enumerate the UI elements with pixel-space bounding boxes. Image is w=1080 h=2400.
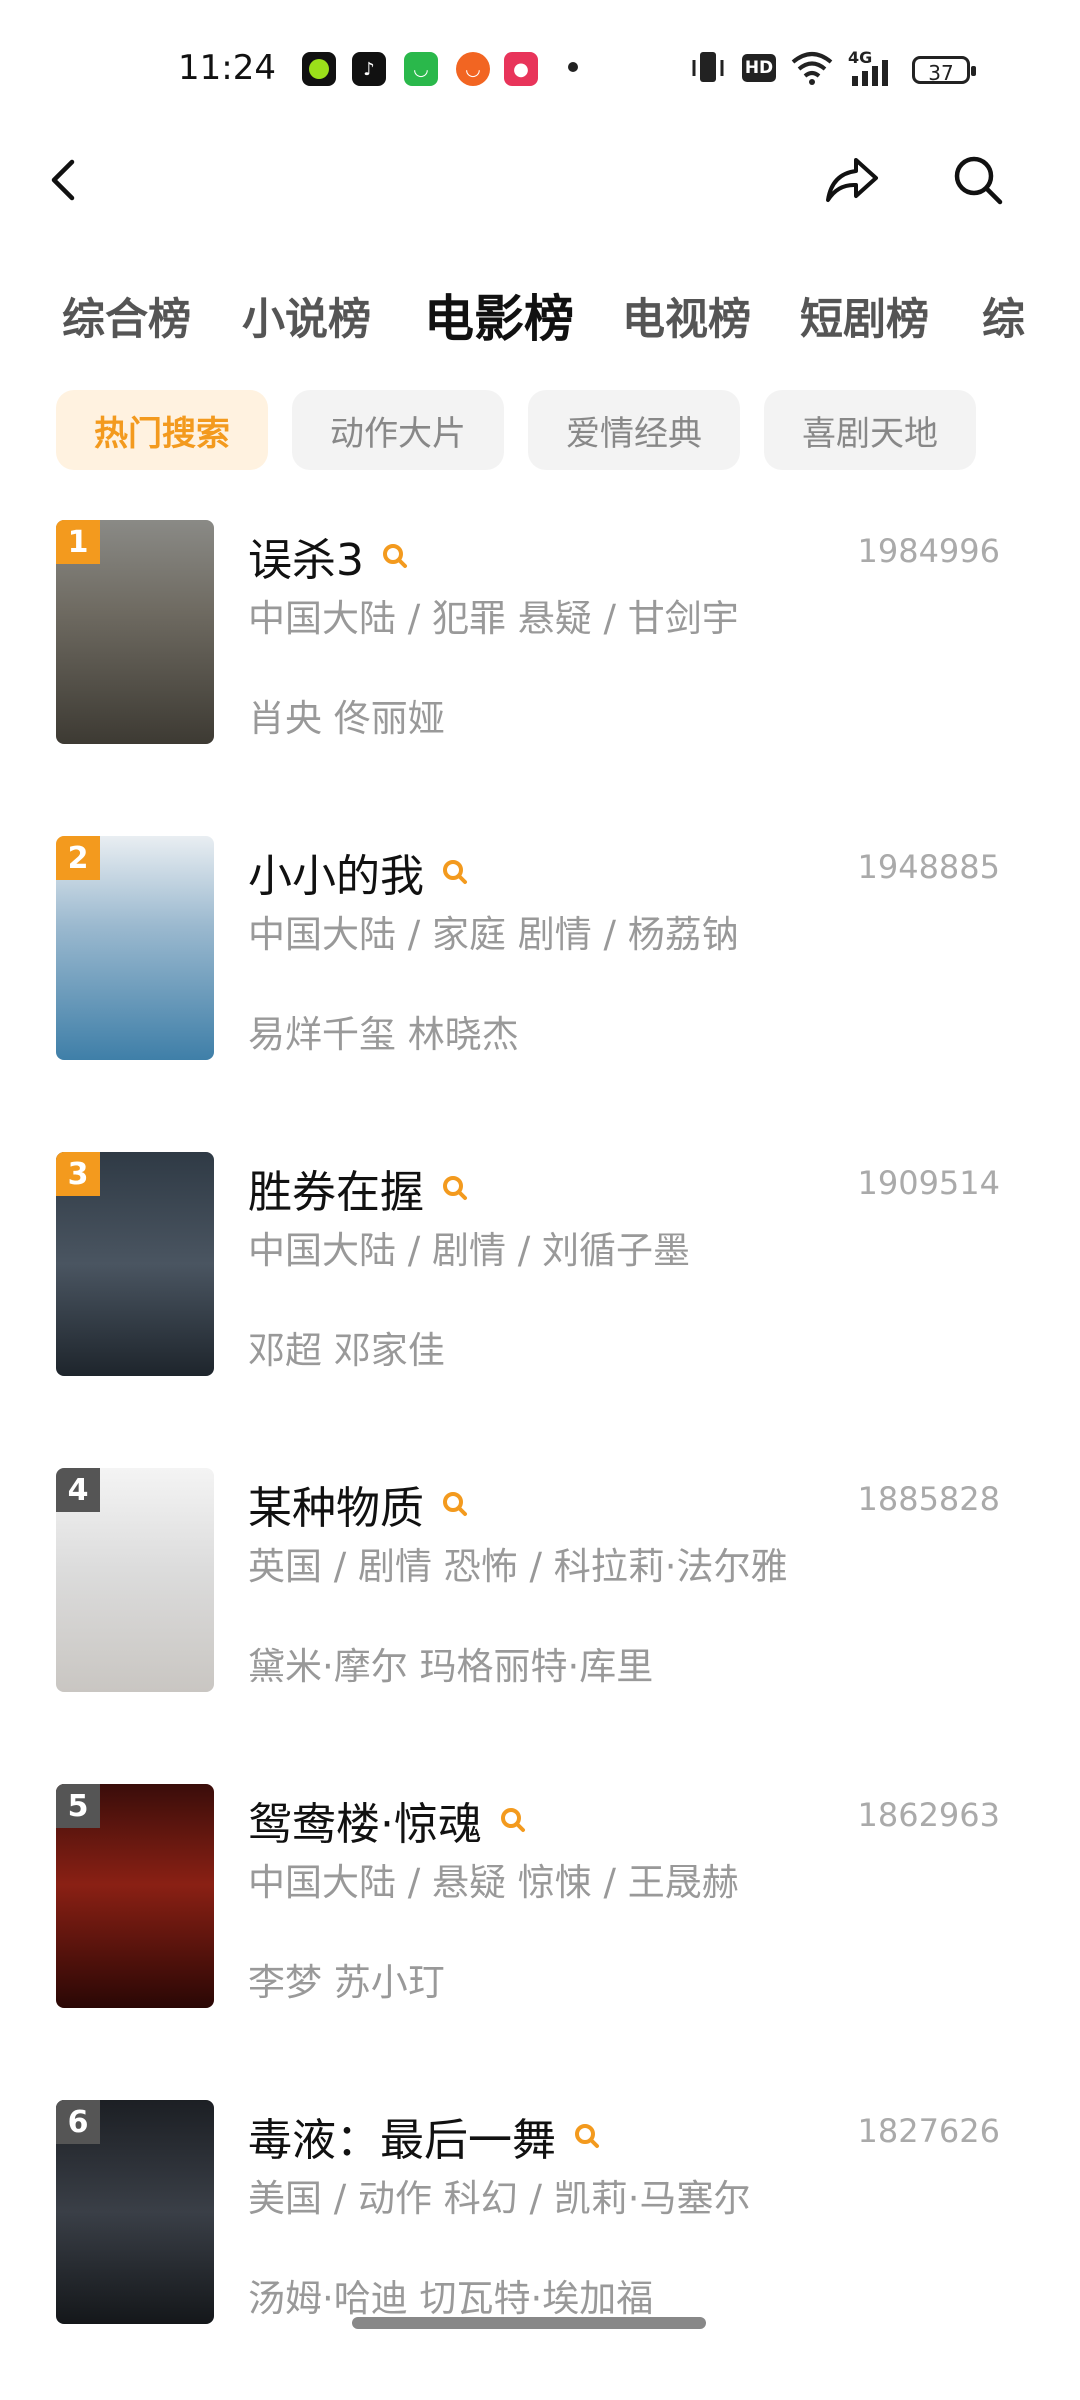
orange-app-icon: ◡ [456, 52, 490, 86]
wifi-icon [791, 52, 833, 85]
share-button[interactable] [820, 148, 884, 212]
list-item[interactable]: 2 小小的我 中国大陆 / 家庭 剧情 / 杨荔钠 易烊千玺 林晓杰 19488… [0, 836, 1080, 1152]
rank-badge: 6 [56, 2100, 100, 2144]
notification-dot [568, 62, 578, 72]
search-icon [575, 2124, 599, 2148]
chip-romance[interactable]: 爱情经典 [528, 390, 740, 470]
search-count: 1984996 [857, 532, 1000, 570]
movie-poster: 5 [56, 1784, 214, 2008]
search-count: 1862963 [857, 1796, 1000, 1834]
tab-novel[interactable]: 小说榜 [242, 285, 371, 347]
movie-cast: 李梦 苏小玎 [248, 1961, 445, 2004]
vibrate-icon [692, 52, 724, 82]
signal-icon [852, 60, 888, 86]
search-icon [501, 1808, 525, 1832]
movie-title-text: 鸳鸯楼·惊魂 [248, 1799, 482, 1850]
movie-cast: 汤姆·哈迪 切瓦特·埃加福 [248, 2277, 654, 2320]
status-time: 11:24 [178, 48, 276, 88]
search-icon [383, 544, 407, 568]
search-count: 1885828 [857, 1480, 1000, 1518]
share-arrow-icon [826, 158, 878, 202]
search-button[interactable] [946, 148, 1010, 212]
home-indicator[interactable] [352, 2317, 706, 2329]
movie-cast: 邓超 邓家佳 [248, 1329, 445, 1372]
movie-poster: 2 [56, 836, 214, 1060]
rank-badge: 4 [56, 1468, 100, 1512]
movie-title: 某种物质 [248, 1472, 470, 1536]
search-icon [443, 1492, 467, 1516]
list-item[interactable]: 6 毒液：最后一舞 美国 / 动作 科幻 / 凯莉·马塞尔 汤姆·哈迪 切瓦特·… [0, 2100, 1080, 2350]
movie-cast: 肖央 佟丽娅 [248, 697, 445, 740]
list-item[interactable]: 4 某种物质 英国 / 剧情 恐怖 / 科拉莉·法尔雅 黛米·摩尔 玛格丽特·库… [0, 1468, 1080, 1784]
movie-title: 胜券在握 [248, 1156, 470, 1220]
list-item[interactable]: 5 鸳鸯楼·惊魂 中国大陆 / 悬疑 惊悚 / 王晟赫 李梦 苏小玎 18629… [0, 1784, 1080, 2100]
tiktok-icon: ♪ [352, 52, 386, 86]
rank-badge: 1 [56, 520, 100, 564]
movie-meta: 中国大陆 / 剧情 / 刘循子墨 [248, 1229, 690, 1272]
movie-meta: 中国大陆 / 犯罪 悬疑 / 甘剑宇 [248, 597, 739, 640]
movie-meta: 中国大陆 / 家庭 剧情 / 杨荔钠 [248, 913, 739, 956]
category-tabs: 综合榜 小说榜 电影榜 电视榜 短剧榜 综 [0, 285, 1040, 365]
tab-variety[interactable]: 综 [982, 285, 1025, 347]
tab-short-drama[interactable]: 短剧榜 [800, 285, 929, 347]
movie-title: 小小的我 [248, 840, 470, 904]
chip-action[interactable]: 动作大片 [292, 390, 504, 470]
tab-comprehensive[interactable]: 综合榜 [62, 285, 191, 347]
tab-movie[interactable]: 电影榜 [424, 285, 574, 351]
header-bar [0, 130, 1080, 230]
tab-tv[interactable]: 电视榜 [622, 285, 751, 347]
battery-indicator: 37 [912, 56, 976, 85]
chip-comedy[interactable]: 喜剧天地 [764, 390, 976, 470]
movie-title-text: 小小的我 [248, 851, 424, 902]
list-item[interactable]: 1 误杀3 中国大陆 / 犯罪 悬疑 / 甘剑宇 肖央 佟丽娅 1984996 [0, 520, 1080, 836]
movie-poster: 3 [56, 1152, 214, 1376]
rank-badge: 2 [56, 836, 100, 880]
red-app-icon: ● [504, 52, 538, 86]
movie-poster: 4 [56, 1468, 214, 1692]
movie-title-text: 误杀3 [248, 535, 364, 586]
search-icon [954, 156, 1003, 205]
chip-hot-search[interactable]: 热门搜索 [56, 390, 268, 470]
rank-badge: 5 [56, 1784, 100, 1828]
movie-cast: 黛米·摩尔 玛格丽特·库里 [248, 1645, 654, 1688]
movie-title: 误杀3 [248, 524, 410, 588]
filter-chips: 热门搜索 动作大片 爱情经典 喜剧天地 [0, 390, 1080, 470]
status-bar: 11:24 ♪ ◡ ◡ ● HD 4G 37 [0, 0, 1080, 140]
search-count: 1909514 [857, 1164, 1000, 1202]
circle-app-icon [302, 52, 336, 86]
movie-ranking-list: 1 误杀3 中国大陆 / 犯罪 悬疑 / 甘剑宇 肖央 佟丽娅 1984996 … [0, 520, 1080, 2350]
movie-meta: 英国 / 剧情 恐怖 / 科拉莉·法尔雅 [248, 1545, 788, 1588]
movie-title: 鸳鸯楼·惊魂 [248, 1788, 528, 1852]
chevron-left-icon [51, 159, 75, 201]
shopping-bag-icon: ◡ [404, 52, 438, 86]
list-item[interactable]: 3 胜券在握 中国大陆 / 剧情 / 刘循子墨 邓超 邓家佳 1909514 [0, 1152, 1080, 1468]
movie-meta: 美国 / 动作 科幻 / 凯莉·马塞尔 [248, 2177, 751, 2220]
back-button[interactable] [32, 148, 96, 212]
search-icon [443, 860, 467, 884]
movie-title-text: 毒液：最后一舞 [248, 2115, 556, 2166]
search-count: 1948885 [857, 848, 1000, 886]
movie-meta: 中国大陆 / 悬疑 惊悚 / 王晟赫 [248, 1861, 739, 1904]
search-count: 1827626 [857, 2112, 1000, 2150]
movie-cast: 易烊千玺 林晓杰 [248, 1013, 519, 1056]
movie-poster: 1 [56, 520, 214, 744]
movie-title-text: 某种物质 [248, 1483, 424, 1534]
hd-icon: HD [742, 54, 776, 82]
movie-title-text: 胜券在握 [248, 1167, 424, 1218]
movie-poster: 6 [56, 2100, 214, 2324]
rank-badge: 3 [56, 1152, 100, 1196]
movie-title: 毒液：最后一舞 [248, 2104, 602, 2168]
search-icon [443, 1176, 467, 1200]
